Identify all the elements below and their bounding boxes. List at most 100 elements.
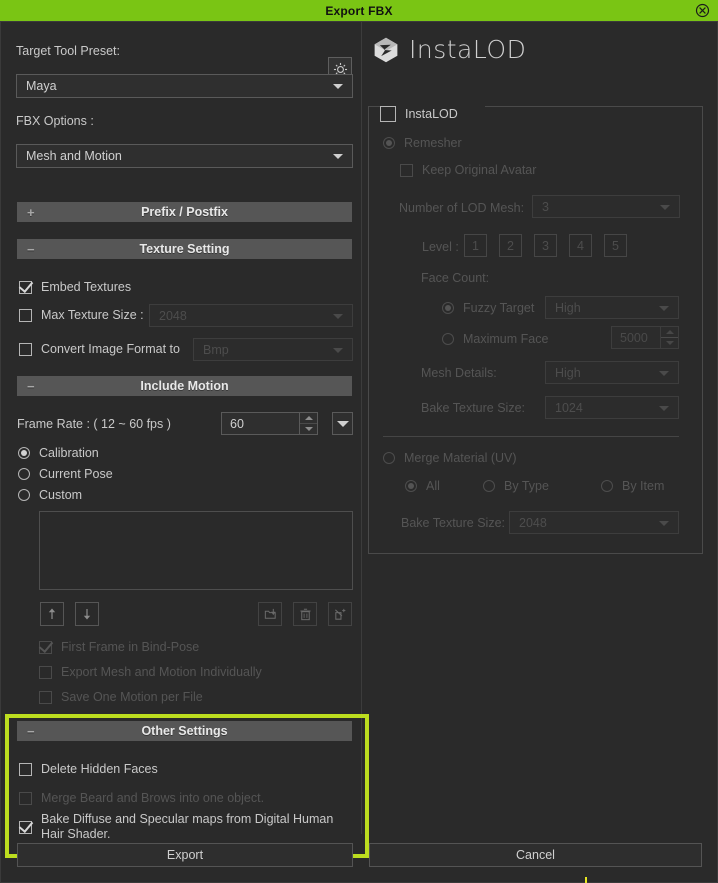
motion-list[interactable] [39, 511, 353, 590]
section-toggle-icon: − [27, 241, 35, 257]
radio-dot [405, 480, 417, 492]
move-up-button[interactable] [40, 602, 64, 626]
add-motion-button[interactable] [328, 602, 352, 626]
max-texture-size-select[interactable]: 2048 [149, 304, 353, 327]
radio-dot[interactable] [18, 468, 30, 480]
checkbox-convert-image-format[interactable]: Convert Image Format to [19, 343, 180, 356]
frame-rate-stepper[interactable] [299, 413, 317, 434]
radio-fuzzy-target: Fuzzy Target [442, 301, 534, 315]
chevron-down-icon [333, 313, 343, 319]
radio-label: By Item [622, 479, 665, 493]
frame-rate-dropdown-button[interactable] [332, 412, 353, 435]
number-of-lod-mesh-label: Number of LOD Mesh: [399, 201, 525, 215]
checkbox-box[interactable] [380, 106, 396, 122]
mesh-details-label: Mesh Details: [421, 366, 497, 380]
checkbox-box[interactable] [19, 763, 32, 776]
mesh-details-select: High [545, 361, 679, 384]
checkbox-label: Keep Original Avatar [422, 163, 537, 177]
frame-rate-input[interactable]: 60 [221, 412, 318, 435]
checkbox-keep-original-avatar: Keep Original Avatar [400, 164, 536, 177]
move-down-button[interactable] [75, 602, 99, 626]
chevron-down-icon [333, 347, 343, 353]
radio-dot [383, 137, 395, 149]
stepper-up-button[interactable] [300, 413, 317, 424]
fuzzy-target-select: High [545, 296, 679, 319]
window-title: Export FBX [325, 3, 393, 18]
groupbox-label: InstaLOD [405, 107, 458, 121]
radio-custom[interactable]: Custom [18, 488, 82, 502]
section-label: Prefix / Postfix [141, 205, 228, 219]
bake-texture-size-merge-select: 2048 [509, 511, 679, 534]
checkbox-label: Delete Hidden Faces [41, 762, 158, 776]
radio-dot [601, 480, 613, 492]
cancel-button[interactable]: Cancel [369, 843, 702, 867]
checkbox-box[interactable] [19, 343, 32, 356]
load-folder-icon [264, 608, 276, 619]
checkbox-label: Convert Image Format to [41, 342, 180, 356]
checkbox-box[interactable] [39, 666, 52, 679]
max-texture-size-value: 2048 [159, 308, 187, 323]
checkbox-embed-textures[interactable]: Embed Textures [19, 281, 131, 294]
section-include-motion[interactable]: − Include Motion [17, 376, 352, 396]
radio-merge-all: All [405, 479, 440, 493]
arrow-down-icon [83, 609, 91, 620]
section-label: Texture Setting [139, 242, 230, 256]
level-label: Level : [422, 240, 459, 254]
checkbox-merge-beard-brows[interactable]: Merge Beard and Brows into one object. [19, 792, 264, 805]
level-button-4: 4 [569, 234, 592, 257]
radio-label: All [426, 479, 440, 493]
checkbox-delete-hidden-faces[interactable]: Delete Hidden Faces [19, 763, 158, 776]
divider [383, 436, 679, 437]
checkbox-box[interactable] [19, 820, 32, 834]
radio-dot[interactable] [18, 489, 30, 501]
load-motion-button[interactable] [258, 602, 282, 626]
checkbox-instalod[interactable]: InstaLOD [380, 106, 458, 122]
section-toggle-icon: − [27, 723, 35, 739]
section-prefix-postfix[interactable]: + Prefix / Postfix [17, 202, 352, 222]
checkbox-label: Export Mesh and Motion Individually [61, 665, 262, 679]
checkbox-save-one-motion-per-file[interactable]: Save One Motion per File [39, 691, 203, 704]
fuzzy-target-value: High [555, 300, 581, 315]
radio-dot[interactable] [18, 447, 30, 459]
checkbox-export-mesh-motion-individually[interactable]: Export Mesh and Motion Individually [39, 666, 262, 679]
radio-dot [383, 452, 395, 464]
radio-label: Calibration [39, 446, 99, 460]
checkbox-box[interactable] [39, 691, 52, 704]
radio-merge-by-type: By Type [483, 479, 549, 493]
section-other-settings[interactable]: − Other Settings [17, 721, 352, 741]
checkbox-label: Save One Motion per File [61, 690, 203, 704]
section-toggle-icon: − [27, 378, 35, 394]
trash-icon [299, 608, 311, 620]
right-panel: InstaLOD InstaLOD Remesher Keep Original… [363, 22, 718, 834]
checkbox-box[interactable] [39, 641, 52, 654]
radio-calibration[interactable]: Calibration [18, 446, 99, 460]
bake-texture-size-remesher-value: 1024 [555, 400, 583, 415]
radio-dot [442, 302, 454, 314]
radio-label: Merge Material (UV) [404, 451, 517, 465]
checkbox-bake-diffuse-specular[interactable]: Bake Diffuse and Specular maps from Digi… [19, 812, 349, 842]
checkbox-box[interactable] [19, 792, 32, 805]
convert-image-format-select[interactable]: Bmp [193, 338, 353, 361]
delete-motion-button[interactable] [293, 602, 317, 626]
instalod-logo: InstaLOD [372, 35, 526, 64]
close-icon[interactable] [695, 3, 710, 18]
radio-dot [442, 333, 454, 345]
checkbox-label: First Frame in Bind-Pose [61, 640, 200, 654]
checkbox-box[interactable] [19, 309, 32, 322]
export-button[interactable]: Export [17, 843, 353, 867]
arrow-up-icon [48, 608, 56, 619]
checkbox-first-frame-bind-pose[interactable]: First Frame in Bind-Pose [39, 641, 199, 654]
radio-dot [483, 480, 495, 492]
radio-merge-by-item: By Item [601, 479, 664, 493]
checkbox-max-texture-size[interactable]: Max Texture Size : [19, 309, 144, 322]
number-of-lod-mesh-select: 3 [532, 195, 680, 218]
section-texture-setting[interactable]: − Texture Setting [17, 239, 352, 259]
checkbox-box[interactable] [19, 281, 32, 294]
stepper-down-button[interactable] [300, 424, 317, 434]
radio-current-pose[interactable]: Current Pose [18, 467, 113, 481]
target-tool-preset-select[interactable]: Maya [16, 74, 353, 98]
frame-rate-value: 60 [230, 416, 244, 431]
fbx-options-select[interactable]: Mesh and Motion [16, 144, 353, 168]
section-label: Other Settings [141, 724, 228, 738]
number-of-lod-mesh-value: 3 [542, 199, 549, 214]
